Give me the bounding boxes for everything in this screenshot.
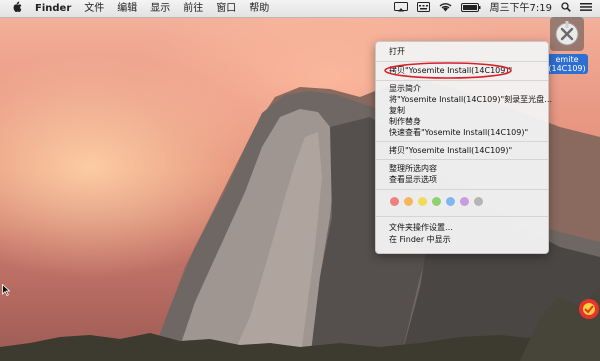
menu-separator (376, 141, 548, 142)
menu-item-copy[interactable]: 拷贝"Yosemite Install(14C109)" (389, 146, 512, 156)
menu-item-show-view-options[interactable]: 查看显示选项 (389, 175, 437, 185)
tag-color-picker (390, 197, 483, 206)
notification-center-icon[interactable] (580, 2, 592, 15)
menu-bar: Finder 文件 编辑 显示 前往 窗口 帮助 周三下午7:19 (0, 0, 600, 18)
menu-clock[interactable]: 周三下午7:19 (490, 0, 552, 17)
menu-item-quick-look[interactable]: 快速查看"Yosemite Install(14C109)" (389, 128, 528, 138)
menu-item-open[interactable]: 打开 (389, 47, 405, 57)
menu-separator (376, 189, 548, 190)
screen-mirroring-icon[interactable] (393, 2, 408, 15)
menu-item-clean-up-selection[interactable]: 整理所选内容 (389, 164, 437, 174)
menu-item-folder-actions-setup[interactable]: 文件夹操作设置… (389, 223, 453, 233)
menu-finder[interactable]: Finder (35, 0, 71, 17)
apple-menu-icon[interactable] (12, 1, 22, 16)
tag-color-red[interactable] (390, 197, 399, 206)
mouse-cursor-icon (2, 281, 11, 300)
disk-image-icon (550, 17, 584, 51)
site-logo-watermark (578, 298, 600, 324)
menu-go[interactable]: 前往 (183, 0, 203, 17)
battery-icon[interactable] (460, 2, 481, 15)
menu-item-make-alias[interactable]: 制作替身 (389, 117, 421, 127)
menu-file[interactable]: 文件 (84, 0, 104, 17)
tag-color-green[interactable] (432, 197, 441, 206)
context-menu: 打开 拷贝"Yosemite Install(14C109)" 显示简介 将"Y… (375, 41, 552, 254)
menu-window[interactable]: 窗口 (216, 0, 236, 17)
spotlight-search-icon[interactable] (561, 2, 571, 15)
tag-color-orange[interactable] (404, 197, 413, 206)
menu-item-reveal-in-finder[interactable]: 在 Finder 中显示 (389, 235, 451, 245)
menu-item-burn-to-disc[interactable]: 将"Yosemite Install(14C109)"刻录至光盘… (389, 95, 552, 105)
desktop-item-label: emite (14C109) (546, 54, 588, 74)
tag-color-yellow[interactable] (418, 197, 427, 206)
menu-separator (376, 216, 548, 217)
red-highlight-ellipse (384, 62, 512, 79)
menu-item-duplicate[interactable]: 复制 (389, 106, 405, 116)
tag-color-blue[interactable] (446, 197, 455, 206)
wifi-icon[interactable] (439, 2, 452, 15)
desktop-item-yosemite-install[interactable]: emite (14C109) (543, 17, 591, 75)
tag-color-gray[interactable] (474, 197, 483, 206)
keyboard-input-icon[interactable] (416, 2, 430, 15)
menu-help[interactable]: 帮助 (249, 0, 269, 17)
menu-separator (376, 80, 548, 81)
menu-item-get-info[interactable]: 显示简介 (389, 84, 421, 94)
menu-edit[interactable]: 编辑 (117, 0, 137, 17)
menu-separator (376, 159, 548, 160)
tag-color-purple[interactable] (460, 197, 469, 206)
menu-view[interactable]: 显示 (150, 0, 170, 17)
